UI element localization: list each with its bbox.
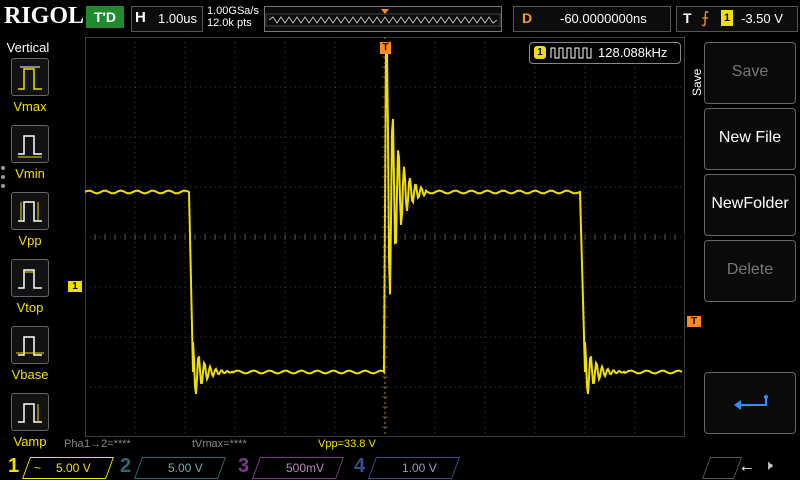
new-file-button[interactable]: New File <box>704 108 796 170</box>
waveform-display[interactable] <box>85 37 685 437</box>
trigger-level-marker[interactable]: T <box>687 316 701 327</box>
vmax-button[interactable] <box>11 58 49 96</box>
vmax-icon <box>18 66 42 90</box>
trigger-status-badge: T'D <box>86 6 124 28</box>
channel3-scale: 500mV <box>286 461 325 475</box>
vtop-label: Vtop <box>16 300 44 315</box>
trigger-box[interactable]: T ⨍ 1 -3.50 V <box>676 6 798 32</box>
timebase-value: 1.00us <box>158 11 198 26</box>
channel1-coupling: ~ <box>34 461 42 475</box>
frequency-channel-badge: 1 <box>534 46 546 59</box>
speaker-muted-icon[interactable]: 🕨 <box>764 457 773 474</box>
vpp-value: Vpp=33.8 V <box>318 438 376 450</box>
channel1-offset-marker[interactable]: 1 <box>68 281 82 292</box>
channel1-number: 1 <box>8 455 20 477</box>
channel1-scale: 5.00 V <box>56 461 91 475</box>
horizontal-label: H <box>135 9 146 26</box>
channel3-number: 3 <box>238 455 250 477</box>
save-button[interactable]: Save <box>704 42 796 104</box>
phase-value: 1→2=**** <box>84 438 131 450</box>
channel3-tab[interactable]: 3 500mV <box>234 455 346 479</box>
channel2-scale: 5.00 V <box>168 461 203 475</box>
memory-overview-strip[interactable] <box>264 6 502 32</box>
vamp-button[interactable] <box>11 393 49 431</box>
vbase-button[interactable] <box>11 326 49 364</box>
usb-icon: ⭠ <box>741 459 753 475</box>
frequency-value: 128.088kHz <box>598 45 668 60</box>
vmin-button[interactable] <box>11 125 49 163</box>
trigger-source-badge: 1 <box>721 10 733 26</box>
vpp-icon <box>18 201 42 222</box>
measurement-readout: Pha 1→2=**** tVmax=**** Vpp=33.8 V <box>60 436 680 452</box>
vamp-label: Vamp <box>13 434 47 449</box>
delay-box[interactable]: D -60.0000000ns <box>513 6 671 32</box>
phase-label: Pha <box>64 438 84 450</box>
trigger-position-marker[interactable]: T <box>380 42 391 54</box>
pulse-train-icon <box>550 47 592 59</box>
new-file-button-label: New File <box>718 129 782 146</box>
delete-button[interactable]: Delete <box>704 240 796 302</box>
channel2-number: 2 <box>120 455 132 477</box>
measurement-category-title: Vertical <box>6 40 50 55</box>
vmin-icon <box>18 135 42 158</box>
vmax-label: Vmax <box>13 99 47 114</box>
channel4-tab[interactable]: 4 1.00 V <box>350 455 462 479</box>
new-folder-button-label: NewFolder <box>711 195 789 212</box>
vmin-label: Vmin <box>15 166 45 181</box>
frequency-counter: 1 128.088kHz <box>529 42 681 64</box>
top-status-bar: RIGOL T'D H 1.00us 1.00GSa/s 12.0k pts D… <box>0 0 800 37</box>
memory-depth: 12.0k pts <box>207 17 252 29</box>
channel1-waveform <box>85 46 683 395</box>
vtop-icon <box>18 269 42 289</box>
timebase-box[interactable]: H 1.00us <box>131 6 203 32</box>
sample-rate: 1.00GSa/s <box>207 5 259 17</box>
channel4-scale: 1.00 V <box>402 461 437 475</box>
menu-title: Save <box>690 68 704 96</box>
channel4-number: 4 <box>354 455 366 477</box>
enter-icon <box>734 395 768 410</box>
delay-label: D <box>522 10 533 26</box>
trigger-level: -3.50 V <box>741 11 783 26</box>
math-tab[interactable] <box>700 455 743 479</box>
rising-edge-icon: ⨍ <box>701 10 710 27</box>
delete-button-label: Delete <box>726 261 774 278</box>
enter-button[interactable] <box>704 372 796 434</box>
vtop-button[interactable] <box>11 259 49 297</box>
trigger-label: T <box>683 10 692 26</box>
channel2-tab[interactable]: 2 5.00 V <box>116 455 228 479</box>
brand-logo: RIGOL <box>4 3 85 29</box>
vbase-icon <box>16 336 44 356</box>
vamp-icon <box>18 403 42 423</box>
memory-waveform-thumbnail <box>265 9 501 27</box>
delay-value: -60.0000000ns <box>560 11 647 26</box>
channel-bar: 1 ~ 5.00 V 2 5.00 V 3 500mV 4 1.00 V <box>0 452 800 480</box>
new-folder-button[interactable]: NewFolder <box>704 174 796 236</box>
vpp-label: Vpp <box>18 233 42 248</box>
tvmax-value: tVmax=**** <box>192 438 247 450</box>
vpp-button[interactable] <box>11 192 49 230</box>
vbase-label: Vbase <box>11 367 49 382</box>
save-button-label: Save <box>731 63 769 80</box>
acquisition-info: 1.00GSa/s 12.0k pts <box>207 5 259 29</box>
channel1-tab[interactable]: 1 ~ 5.00 V <box>4 455 116 479</box>
